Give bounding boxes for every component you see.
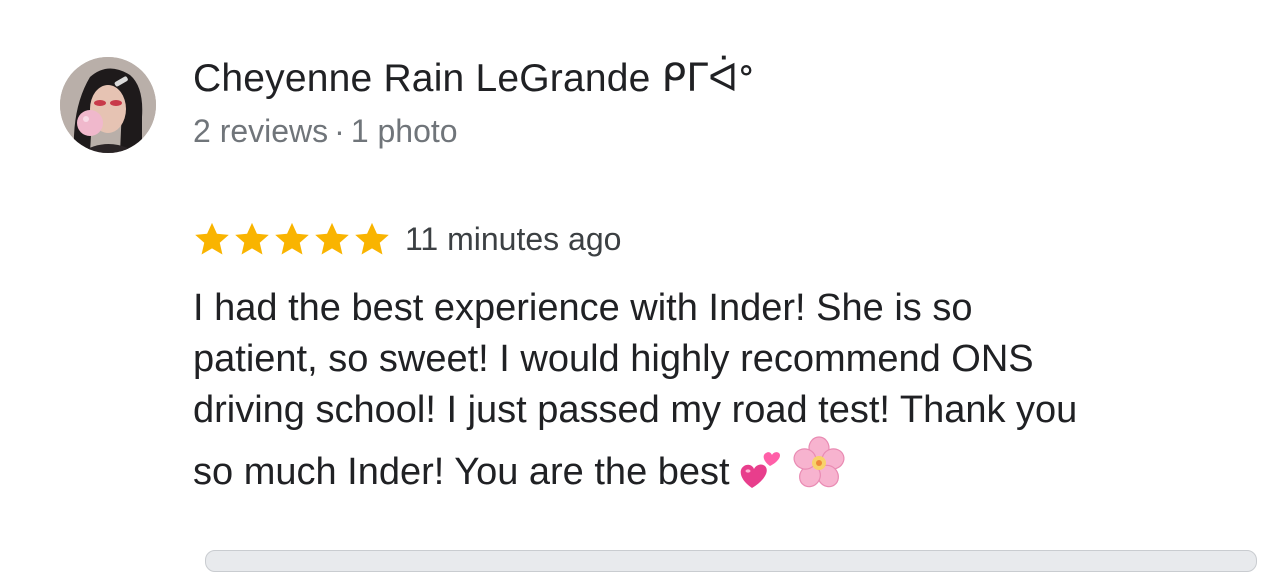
cherry-blossom-emoji (792, 436, 846, 504)
review-text-line: so much Inder! You are the best (193, 451, 730, 493)
next-review-divider (205, 550, 1257, 572)
review-text: I had the best experience with Inder! Sh… (193, 283, 1253, 504)
star-icon (315, 222, 349, 255)
star-icon (195, 222, 229, 255)
star-icon (275, 222, 309, 255)
review-text-line-last: so much Inder! You are the best (193, 436, 1253, 504)
reviews-count: 2 reviews (193, 113, 329, 149)
rating-row: 11 minutes ago (193, 218, 621, 260)
star-rating (193, 220, 391, 258)
meta-separator: · (334, 113, 345, 149)
two-hearts-emoji (738, 450, 784, 504)
star-icon (355, 222, 389, 255)
author-name[interactable]: Cheyenne Rain LeGrande ᑭᒥᐋᐤ (193, 56, 754, 102)
review-text-line: driving school! I just passed my road te… (193, 389, 1078, 431)
photos-count: 1 photo (350, 113, 458, 149)
star-icon (235, 222, 269, 255)
author-meta: 2 reviews · 1 photo (193, 112, 458, 150)
review-card: Cheyenne Rain LeGrande ᑭᒥᐋᐤ 2 reviews · 1 … (0, 0, 1284, 572)
avatar-photo-icon (60, 57, 156, 153)
review-time: 11 minutes ago (405, 221, 622, 257)
review-text-line: I had the best experience with Inder! Sh… (193, 287, 973, 329)
review-text-line: patient, so sweet! I would highly recomm… (193, 338, 1034, 380)
author-avatar[interactable] (60, 57, 156, 153)
